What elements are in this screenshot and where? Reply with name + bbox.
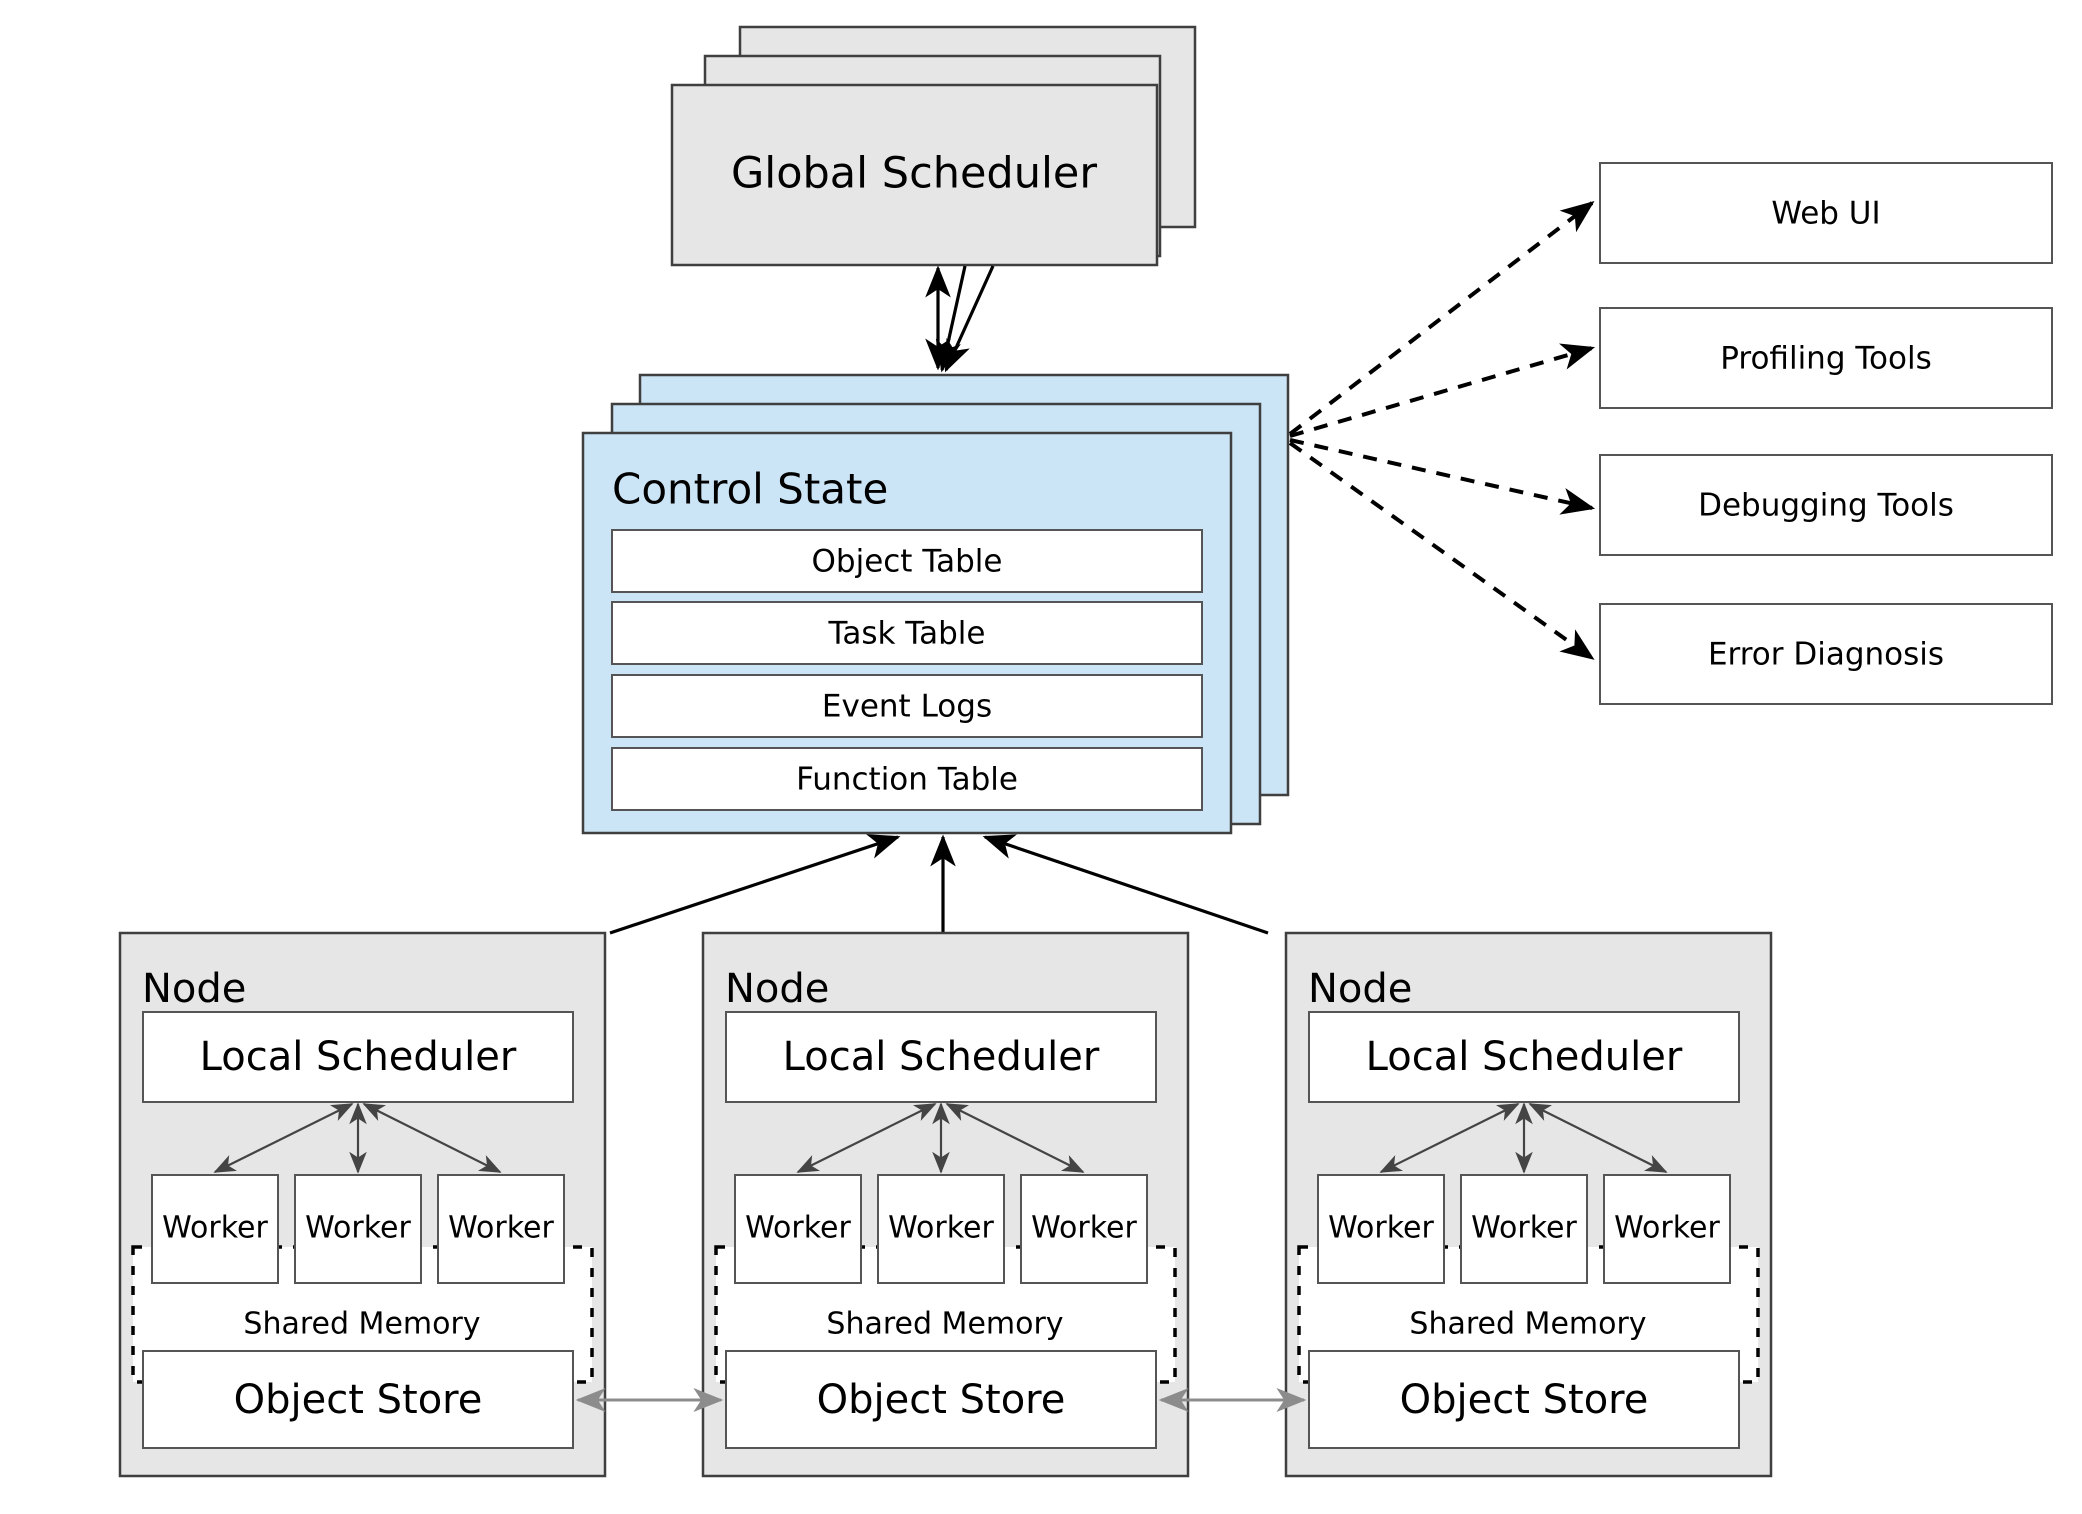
node-label: Node [1308, 966, 1412, 1012]
architecture-diagram: Global Scheduler Control State Object Ta… [0, 0, 2082, 1514]
object-store-label: Object Store [817, 1377, 1066, 1423]
shared-memory-label: Shared Memory [1409, 1307, 1646, 1342]
tool-label: Debugging Tools [1698, 488, 1954, 524]
local-scheduler-box[interactable]: Local Scheduler [725, 1011, 1157, 1103]
object-store-box[interactable]: Object Store [725, 1350, 1157, 1449]
shared-memory-label: Shared Memory [243, 1307, 480, 1342]
worker-label: Worker [1471, 1211, 1577, 1246]
worker-box-2[interactable]: Worker [294, 1174, 422, 1284]
local-scheduler-label: Local Scheduler [1366, 1034, 1683, 1080]
table-label: Function Table [796, 762, 1018, 798]
node-label: Node [725, 966, 829, 1012]
dashed-arrow-web-ui [1288, 201, 1595, 436]
worker-label: Worker [1328, 1211, 1434, 1246]
local-scheduler-label: Local Scheduler [200, 1034, 517, 1080]
tools-group[interactable]: Web UI Profiling Tools Debugging Tools E… [1599, 162, 2053, 705]
worker-label: Worker [448, 1211, 554, 1246]
control-state-table-object[interactable]: Object Table [611, 529, 1203, 593]
local-scheduler-box[interactable]: Local Scheduler [1308, 1011, 1740, 1103]
tool-box-error-diagnosis[interactable]: Error Diagnosis [1599, 603, 2053, 705]
scheduler-state-connector [925, 265, 995, 373]
worker-box-2[interactable]: Worker [877, 1174, 1005, 1284]
worker-label: Worker [1031, 1211, 1137, 1246]
tool-label: Error Diagnosis [1708, 637, 1944, 673]
node-1[interactable]: Node Local Scheduler Worker Worker Worke… [118, 931, 607, 1478]
tool-box-debugging-tools[interactable]: Debugging Tools [1599, 454, 2053, 556]
local-scheduler-box[interactable]: Local Scheduler [142, 1011, 574, 1103]
worker-label: Worker [745, 1211, 851, 1246]
worker-box-1[interactable]: Worker [151, 1174, 279, 1284]
worker-box-1[interactable]: Worker [734, 1174, 862, 1284]
global-scheduler-group[interactable]: Global Scheduler [670, 25, 1197, 267]
nodes-state-connector [609, 834, 1269, 935]
worker-box-1[interactable]: Worker [1317, 1174, 1445, 1284]
worker-box-3[interactable]: Worker [437, 1174, 565, 1284]
table-label: Event Logs [822, 689, 992, 725]
tool-label: Web UI [1771, 196, 1880, 232]
control-state-table-task[interactable]: Task Table [611, 601, 1203, 665]
node-label: Node [142, 966, 246, 1012]
shared-memory-label: Shared Memory [826, 1307, 1063, 1342]
object-store-label: Object Store [1400, 1377, 1649, 1423]
control-state-table-event[interactable]: Event Logs [611, 674, 1203, 738]
table-label: Task Table [828, 616, 986, 652]
worker-label: Worker [162, 1211, 268, 1246]
global-scheduler-label: Global Scheduler [731, 149, 1097, 199]
node-2[interactable]: Node Local Scheduler Worker Worker Worke… [701, 931, 1190, 1478]
table-label: Object Table [812, 544, 1003, 580]
tool-box-profiling-tools[interactable]: Profiling Tools [1599, 307, 2053, 409]
dashed-arrow-profiling [1289, 343, 1596, 438]
control-state-table-function[interactable]: Function Table [611, 747, 1203, 811]
worker-box-3[interactable]: Worker [1020, 1174, 1148, 1284]
node3-to-state-arrow [982, 834, 1269, 935]
worker-label: Worker [1614, 1211, 1720, 1246]
control-state-label: Control State [612, 465, 888, 514]
local-scheduler-label: Local Scheduler [783, 1034, 1100, 1080]
worker-box-3[interactable]: Worker [1603, 1174, 1731, 1284]
node1-to-state-arrow [609, 834, 901, 935]
control-state-group[interactable]: Control State Object Table Task Table Ev… [581, 373, 1290, 835]
control-state-tools-connector [1288, 201, 1596, 660]
worker-label: Worker [888, 1211, 994, 1246]
tool-label: Profiling Tools [1720, 341, 1931, 377]
object-store-box[interactable]: Object Store [1308, 1350, 1740, 1449]
object-store-label: Object Store [234, 1377, 483, 1423]
tool-box-web-ui[interactable]: Web UI [1599, 162, 2053, 264]
object-store-box[interactable]: Object Store [142, 1350, 574, 1449]
worker-label: Worker [305, 1211, 411, 1246]
worker-box-2[interactable]: Worker [1460, 1174, 1588, 1284]
node-3[interactable]: Node Local Scheduler Worker Worker Worke… [1284, 931, 1773, 1478]
